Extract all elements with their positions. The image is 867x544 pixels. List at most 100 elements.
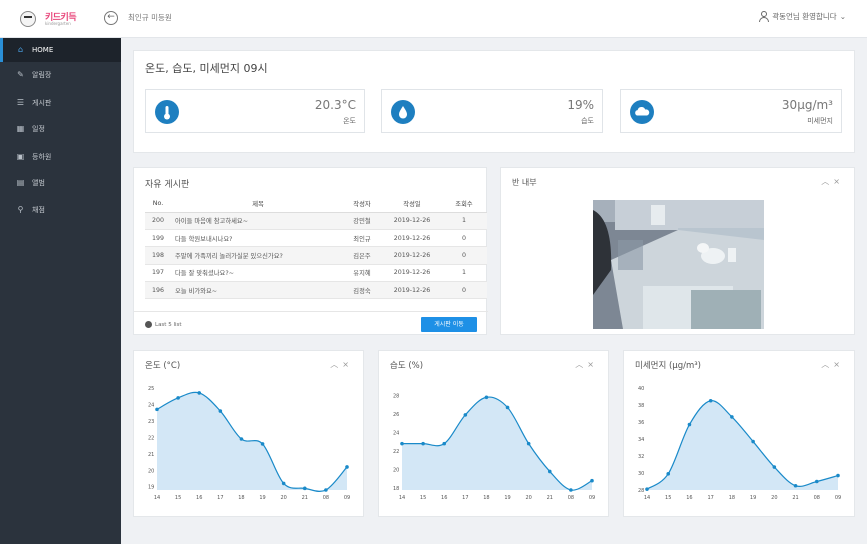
- sidebar-item-album[interactable]: ▤ 앨범: [0, 171, 121, 195]
- fine-dust-value: 30μg/m³: [781, 98, 833, 112]
- y-tick-label: 25: [148, 386, 154, 392]
- x-tick-label: 15: [420, 495, 426, 501]
- data-point: [484, 395, 489, 400]
- x-tick-label: 19: [504, 495, 510, 501]
- x-tick-label: 16: [441, 495, 447, 501]
- sidebar-item-attendance[interactable]: ▣ 등하원: [0, 145, 121, 169]
- data-point: [708, 398, 713, 403]
- post-date: 2019-12-26: [383, 212, 441, 230]
- y-tick-label: 24: [393, 431, 399, 437]
- y-tick-label: 18: [393, 486, 399, 492]
- user-greeting: 곽동언님 환영합니다: [772, 12, 837, 21]
- thermometer-icon: [155, 100, 179, 124]
- column-header: No.: [145, 195, 171, 213]
- brand-sub: kindergarten: [45, 21, 71, 26]
- y-tick-label: 34: [638, 437, 644, 443]
- fine-dust-card: 30μg/m³ 미세먼지: [620, 89, 842, 133]
- post-title[interactable]: 아이들 마음에 참고하세요~: [171, 212, 341, 230]
- sidebar-item-label: HOME: [32, 46, 54, 54]
- post-author: 유지혜: [341, 264, 383, 283]
- back-arrow-icon[interactable]: ←: [104, 11, 118, 25]
- temperature-chart: 2524232221201914 15 16 17 18 19 20 21 08 09: [148, 386, 350, 501]
- fine-dust-label: 미세먼지: [807, 117, 833, 125]
- table-row[interactable]: 197 다들 잘 맞춰셨나요?~ 유지혜 2019-12-26 1: [145, 264, 487, 283]
- y-tick-label: 24: [148, 402, 154, 408]
- x-tick-label: 17: [217, 495, 223, 501]
- sidebar-item-home[interactable]: ⌂ HOME: [0, 38, 121, 62]
- x-tick-label: 21: [792, 495, 798, 501]
- x-tick-label: 20: [525, 495, 531, 501]
- data-point: [302, 486, 307, 491]
- y-tick-label: 22: [148, 435, 154, 441]
- classroom-camera-panel: 반 내부 ︿×: [500, 167, 855, 335]
- post-no: 199: [145, 229, 171, 248]
- x-tick-label: 08: [323, 495, 329, 501]
- table-row[interactable]: 200 아이들 마음에 참고하세요~ 강민철 2019-12-26 1: [145, 212, 487, 230]
- column-header: 작성자: [341, 195, 383, 213]
- y-tick-label: 19: [148, 485, 154, 491]
- sidebar-item-label: 알림장: [32, 71, 52, 79]
- logo[interactable]: 키드키득 kindergarten: [16, 9, 86, 31]
- panel-controls: ︿×: [821, 176, 844, 187]
- last-list-note: Last 5 list: [145, 321, 182, 328]
- table-row[interactable]: 196 오늘 비가와요~ 김정숙 2019-12-26 0: [145, 281, 487, 300]
- y-tick-label: 28: [638, 488, 644, 494]
- collapse-icon[interactable]: ︿: [821, 177, 833, 186]
- table-row[interactable]: 198 주말에 가족끼리 놀러가실분 있으신가요? 김은주 2019-12-26…: [145, 246, 487, 265]
- go-to-board-button[interactable]: 게시판 이동: [421, 317, 477, 332]
- temperature-value: 20.3°C: [314, 98, 356, 112]
- mascot-icon: [20, 11, 36, 27]
- data-point: [687, 422, 692, 427]
- temperature-label: 온도: [343, 117, 356, 125]
- data-point: [281, 481, 286, 486]
- y-tick-label: 32: [638, 454, 644, 460]
- x-tick-label: 09: [344, 495, 350, 501]
- sidebar-item-notice[interactable]: ✎ 알림장: [0, 63, 121, 87]
- post-no: 197: [145, 264, 171, 283]
- data-point: [814, 479, 819, 484]
- y-tick-label: 38: [638, 403, 644, 409]
- sidebar-item-label: 채점: [32, 206, 45, 214]
- y-tick-label: 23: [148, 419, 154, 425]
- x-tick-label: 14: [644, 495, 650, 501]
- x-tick-label: 17: [462, 495, 468, 501]
- y-tick-label: 36: [638, 420, 644, 426]
- y-tick-label: 21: [148, 452, 154, 458]
- data-point: [345, 465, 349, 469]
- fine-dust-chart: 40 38 36 34 32 30 2814 15 16 17 18 19 20 21 08 09: [638, 386, 841, 501]
- home-icon: ⌂: [17, 45, 24, 54]
- post-date: 2019-12-26: [383, 264, 441, 283]
- fine-dust-chart-panel: 미세먼지 (μg/m³) ︿× 40 38 36 34 32 30 28 14 15 16 17 18…: [623, 350, 855, 517]
- top-bar: 키드키득 kindergarten ← 최인규 미등원 곽동언님 환영합니다 ⌄: [0, 0, 867, 38]
- sidebar-item-label: 게시판: [32, 99, 52, 107]
- post-title[interactable]: 오늘 비가와요~: [171, 281, 341, 300]
- data-point: [751, 439, 755, 444]
- close-icon[interactable]: ×: [833, 177, 844, 186]
- data-point: [645, 487, 649, 491]
- data-point: [666, 472, 671, 476]
- post-title[interactable]: 다들 학원보내시나요?: [171, 229, 341, 248]
- y-tick-label: 22: [393, 449, 399, 455]
- series-area: [157, 392, 347, 492]
- x-tick-label: 19: [750, 495, 756, 501]
- post-views: 1: [441, 264, 487, 283]
- sidebar-item-grading[interactable]: ⚲ 채점: [0, 198, 121, 222]
- classroom-camera-feed[interactable]: [593, 200, 764, 329]
- post-no: 198: [145, 246, 171, 265]
- column-header: 작성일: [383, 195, 441, 213]
- y-tick-label: 20: [393, 468, 399, 474]
- sidebar-item-schedule[interactable]: ▦ 일정: [0, 117, 121, 141]
- megaphone-icon: ✎: [17, 70, 24, 79]
- data-point: [324, 488, 328, 492]
- x-tick-label: 20: [771, 495, 777, 501]
- humidity-card: 19% 습도: [381, 89, 603, 133]
- post-title[interactable]: 주말에 가족끼리 놀러가실분 있으신가요?: [171, 246, 341, 265]
- x-tick-label: 09: [835, 495, 841, 501]
- sidebar-item-board[interactable]: ☰ 게시판: [0, 91, 121, 115]
- post-views: 0: [441, 281, 487, 300]
- table-row[interactable]: 199 다들 학원보내시나요? 최인규 2019-12-26 0: [145, 229, 487, 248]
- data-point: [260, 442, 265, 446]
- user-menu[interactable]: 곽동언님 환영합니다 ⌄: [759, 11, 846, 22]
- post-title[interactable]: 다들 잘 맞춰셨나요?~: [171, 264, 341, 283]
- data-point: [197, 391, 202, 395]
